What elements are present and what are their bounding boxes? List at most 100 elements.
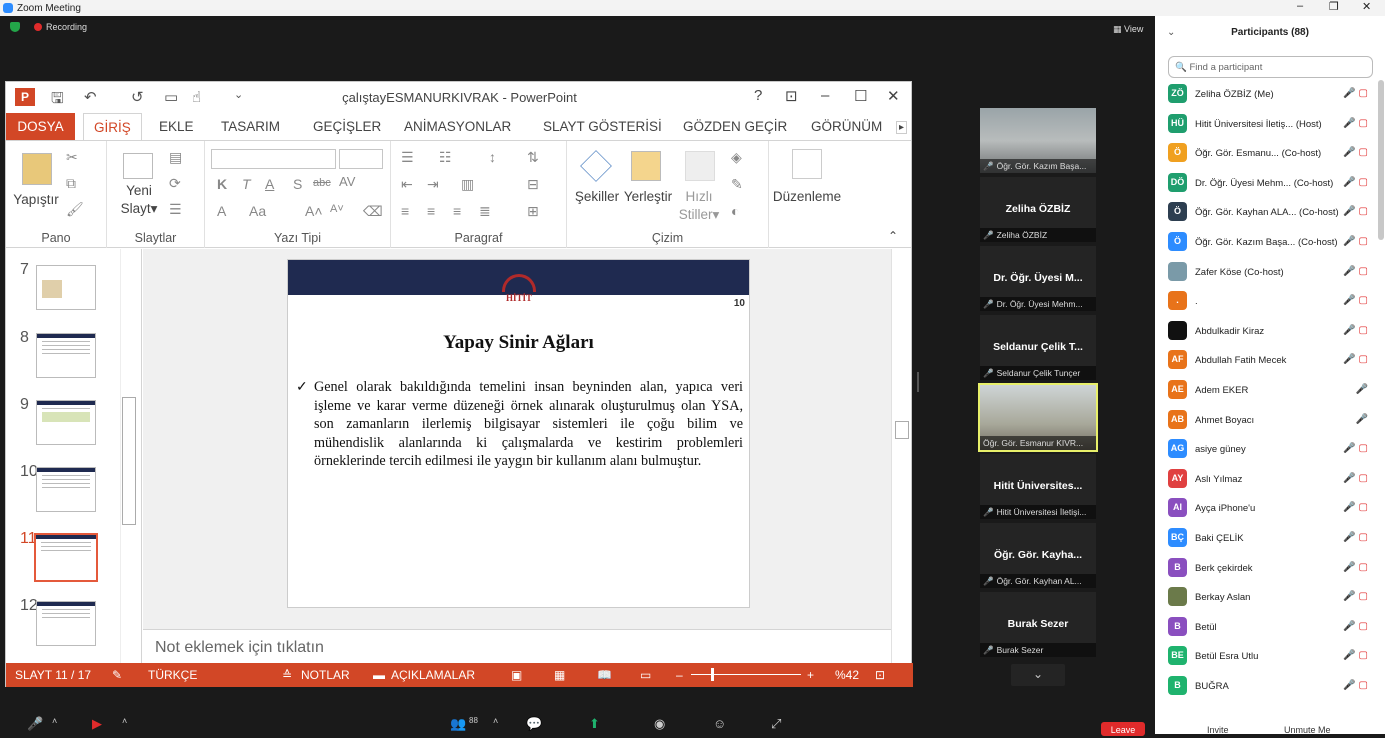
participant-row[interactable]: Ö Öğr. Gör. Kayhan ALA... (Co-host) 🎤▢ [1155, 198, 1377, 228]
change-case-button[interactable]: Aa [249, 203, 266, 219]
strikethrough-button[interactable]: abc [313, 177, 331, 189]
zoom-in-icon[interactable]: + [807, 668, 814, 682]
chat-icon[interactable]: 💬 [526, 716, 542, 732]
video-off-icon[interactable]: ▶ [92, 716, 102, 732]
format-painter-icon[interactable]: 🖌 [66, 201, 84, 218]
tab-animasyonlar[interactable]: ANİMASYONLAR [404, 119, 511, 134]
slide-thumbnail-9[interactable] [36, 400, 96, 445]
scroll-tiles-down-button[interactable]: ⌄ [1011, 664, 1065, 686]
bullets-icon[interactable]: ☰ [401, 149, 414, 166]
video-tile[interactable]: Öğr. Gör. Kayha... 🎤 Öğr. Gör. Kayhan AL..… [980, 523, 1096, 588]
reset-icon[interactable]: ⟳ [169, 175, 181, 192]
tab-tasarim[interactable]: TASARIM [221, 119, 280, 134]
zoom-slider-thumb[interactable] [711, 668, 714, 681]
smartart-icon[interactable]: ⊞ [527, 203, 539, 220]
thumbnails-scrollbar[interactable] [120, 249, 136, 663]
slide-thumbnail-11[interactable] [34, 533, 98, 582]
arrange-button[interactable]: Yerleştir [622, 188, 674, 206]
video-tile-active-speaker[interactable]: Öğr. Gör. Esmanur KIVR... [978, 383, 1098, 452]
reactions-icon[interactable]: ☺ [713, 716, 726, 731]
reading-view-icon[interactable]: 📖 [597, 668, 612, 682]
justify-icon[interactable]: ≣ [479, 203, 491, 220]
new-slide-button[interactable]: Yeni Slayt▾ [115, 182, 163, 218]
participant-row[interactable]: ZÖ Zeliha ÖZBİZ (Me) 🎤▢ [1155, 80, 1377, 110]
participant-search-input[interactable]: 🔍 Find a participant [1168, 56, 1373, 78]
slide-thumbnail-7[interactable] [36, 265, 96, 310]
zoom-level[interactable]: %42 [835, 668, 859, 682]
font-name-select[interactable] [211, 149, 336, 169]
participant-row[interactable]: HÜ Hitit Üniversitesi İletiş... (Host) 🎤▢ [1155, 110, 1377, 140]
help-icon[interactable]: ? [754, 87, 762, 104]
shrink-font-icon[interactable]: A˅ [330, 203, 344, 215]
cut-icon[interactable]: ✂ [66, 149, 78, 166]
audio-options-icon[interactable]: ˄ [52, 716, 57, 726]
view-button[interactable]: ▦ View [1113, 24, 1143, 35]
font-color-button[interactable]: A [217, 203, 226, 219]
participant-row[interactable]: AB Ahmet Boyacı 🎤 [1155, 406, 1377, 436]
video-tile[interactable]: Hitit Üniversites... 🎤 Hitit Üniversitesi … [980, 454, 1096, 519]
slide-thumbnail-12[interactable] [36, 601, 96, 646]
thumbnails-scroll-thumb[interactable] [122, 397, 136, 525]
participant-row[interactable]: B BUĞRA 🎤▢ [1155, 672, 1377, 702]
ppt-maximize-icon[interactable]: ☐ [854, 87, 867, 105]
fit-slide-icon[interactable]: ⊡ [875, 668, 885, 682]
collapse-ribbon-icon[interactable]: ⌃ [888, 229, 898, 243]
participant-row[interactable]: AF Abdullah Fatih Mecek 🎤▢ [1155, 346, 1377, 376]
zoom-slider[interactable] [691, 668, 801, 681]
participant-row[interactable]: AI Ayça iPhone'u 🎤▢ [1155, 494, 1377, 524]
tab-gecisler[interactable]: GEÇİŞLER [313, 119, 381, 134]
slide-scrollbar[interactable] [891, 249, 911, 663]
shapes-button[interactable]: Şekiller [571, 188, 623, 206]
tab-scroll-right-icon[interactable]: ▸ [896, 121, 908, 134]
video-tile[interactable]: Zeliha ÖZBİZ 🎤 Zeliha ÖZBİZ [980, 177, 1096, 242]
participants-options-icon[interactable]: ˄ [493, 716, 498, 726]
shadow-button[interactable]: S [293, 176, 302, 192]
participant-row[interactable]: Zafer Köse (Co-host) 🎤▢ [1155, 258, 1377, 288]
ribbon-display-icon[interactable]: ⊡ [785, 87, 798, 105]
section-icon[interactable]: ☰ [169, 201, 182, 218]
video-tile[interactable]: 🎤 Öğr. Gör. Kazım Başa... [980, 108, 1096, 173]
slide-thumbnail-8[interactable] [36, 333, 96, 378]
paste-button[interactable]: Yapıştır [12, 191, 60, 209]
participant-row[interactable]: B Berk çekirdek 🎤▢ [1155, 554, 1377, 584]
slide-sorter-icon[interactable]: ▦ [554, 668, 565, 682]
panel-divider[interactable] [917, 372, 919, 392]
slide-thumbnail-10[interactable] [36, 467, 96, 512]
participant-row[interactable]: DÖ Dr. Öğr. Üyesi Mehm... (Co-host) 🎤▢ [1155, 169, 1377, 199]
participants-icon[interactable]: 👥 [450, 716, 466, 732]
editing-button[interactable]: Düzenleme [769, 188, 845, 206]
copy-icon[interactable]: ⧉ [66, 175, 76, 192]
align-text-icon[interactable]: ⊟ [527, 176, 539, 193]
participant-row[interactable]: Ö Öğr. Gör. Esmanu... (Co-host) 🎤▢ [1155, 139, 1377, 169]
share-screen-icon[interactable]: ⬆ [589, 716, 600, 732]
tab-giris[interactable]: GİRİŞ [83, 113, 142, 141]
participant-row[interactable]: AE Adem EKER 🎤 [1155, 376, 1377, 406]
align-center-icon[interactable]: ≡ [427, 203, 435, 219]
close-icon[interactable]: ✕ [1362, 0, 1371, 13]
tab-dosya[interactable]: DOSYA [6, 113, 75, 140]
participant-row[interactable]: AG asiye güney 🎤▢ [1155, 435, 1377, 465]
align-right-icon[interactable]: ≡ [453, 203, 461, 219]
normal-view-icon[interactable]: ▣ [511, 668, 522, 682]
font-size-select[interactable] [339, 149, 383, 169]
shape-effects-icon[interactable]: ◐ [731, 203, 739, 219]
tab-ekle[interactable]: EKLE [159, 119, 194, 134]
shape-outline-icon[interactable]: ✎ [731, 176, 743, 193]
text-direction-icon[interactable]: ⇅ [527, 149, 539, 166]
grow-font-icon[interactable]: A˄ [305, 203, 323, 219]
ppt-close-icon[interactable]: ✕ [887, 87, 900, 105]
participant-row[interactable]: B Betül 🎤▢ [1155, 613, 1377, 643]
decrease-indent-icon[interactable]: ⇤ [401, 176, 413, 193]
video-tile[interactable]: Seldanur Çelik T... 🎤 Seldanur Çelik Tunçe… [980, 315, 1096, 380]
video-options-icon[interactable]: ˄ [122, 716, 127, 726]
participant-row[interactable]: BÇ Baki ÇELİK 🎤▢ [1155, 524, 1377, 554]
language-label[interactable]: TÜRKÇE [148, 668, 197, 682]
participant-row[interactable]: AY Aslı Yılmaz 🎤▢ [1155, 465, 1377, 495]
layout-icon[interactable]: ▤ [169, 149, 182, 166]
italic-button[interactable]: T [242, 176, 251, 192]
participant-row[interactable]: Berkay Aslan 🎤▢ [1155, 583, 1377, 613]
minimize-icon[interactable]: – [1297, 0, 1303, 12]
clear-format-icon[interactable]: ⌫ [363, 203, 383, 220]
increase-indent-icon[interactable]: ⇥ [427, 176, 439, 193]
quick-styles-button[interactable]: Hızlı Stiller▾ [677, 188, 721, 224]
